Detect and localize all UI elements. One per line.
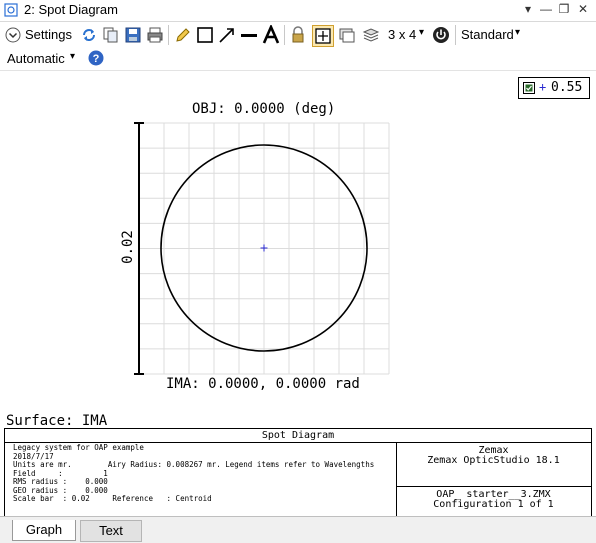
tab-graph[interactable]: Graph [12, 520, 76, 541]
line-icon[interactable] [240, 26, 258, 44]
window-title: 2: Spot Diagram [24, 2, 118, 17]
title-bar: 2: Spot Diagram ▾ — ❐ ✕ [0, 0, 596, 22]
spot-point [260, 244, 268, 252]
legend: + 0.55 [518, 77, 590, 99]
automatic-dropdown-arrow-icon[interactable]: ▾ [70, 51, 75, 62]
text-icon[interactable] [262, 25, 280, 45]
toolbar: Settings 3 x 4 ▾ Standard ▾ [0, 22, 596, 48]
legend-checkbox-icon[interactable] [523, 82, 535, 94]
lock-icon[interactable] [290, 26, 306, 44]
automatic-dropdown[interactable]: Automatic [7, 51, 65, 66]
info-config: Configuration 1 of 1 [433, 499, 554, 510]
window-icon[interactable] [338, 26, 356, 44]
info-header: Spot Diagram [261, 430, 335, 441]
layers-icon[interactable] [362, 26, 380, 44]
svg-text:?: ? [93, 53, 100, 65]
refresh-icon[interactable] [80, 26, 98, 44]
restore-button[interactable]: ❐ [556, 2, 572, 16]
legend-value: 0.55 [551, 80, 583, 95]
layout-dropdown-arrow-icon[interactable]: ▾ [419, 27, 424, 38]
dropdown-icon[interactable]: ▾ [520, 2, 536, 16]
tab-graph-label: Graph [25, 522, 63, 537]
close-button[interactable]: ✕ [575, 2, 591, 16]
info-header-row: Spot Diagram [5, 429, 591, 443]
print-icon[interactable] [146, 26, 164, 44]
tab-text[interactable]: Text [80, 520, 142, 542]
rectangle-icon[interactable] [196, 26, 214, 44]
obj-label: OBJ: 0.0000 (deg) [192, 101, 336, 117]
scale-bar-label: 0.02 [120, 230, 136, 264]
layout-dropdown[interactable]: 3 x 4 [388, 27, 416, 42]
pencil-icon[interactable] [174, 26, 192, 44]
save-icon[interactable] [124, 26, 142, 44]
ima-label: IMA: 0.0000, 0.0000 rad [166, 376, 360, 392]
settings-chevron-icon[interactable] [5, 27, 21, 43]
tab-bar: Graph Text [0, 516, 596, 543]
legend-marker-icon: + [539, 80, 547, 94]
help-icon[interactable]: ? [88, 50, 104, 66]
power-icon[interactable] [432, 26, 450, 44]
style-dropdown-arrow-icon[interactable]: ▾ [515, 27, 520, 38]
toolbar-secondary: Automatic ▾ ? [0, 48, 596, 71]
surface-label: Surface: IMA [6, 413, 108, 429]
style-dropdown[interactable]: Standard [461, 27, 514, 42]
app-icon [4, 3, 18, 17]
fit-icon[interactable] [312, 25, 334, 47]
minimize-button[interactable]: — [538, 2, 554, 16]
copy-icon[interactable] [102, 26, 120, 44]
info-line: Scale bar : 0.02 Reference : Centroid [13, 494, 212, 503]
info-product: Zemax OpticStudio 18.1 [427, 455, 560, 466]
info-table: Spot Diagram Legacy system for OAP examp… [4, 428, 592, 518]
tab-text-label: Text [99, 523, 123, 538]
arrow-icon[interactable] [218, 26, 236, 44]
settings-button[interactable]: Settings [25, 27, 72, 42]
